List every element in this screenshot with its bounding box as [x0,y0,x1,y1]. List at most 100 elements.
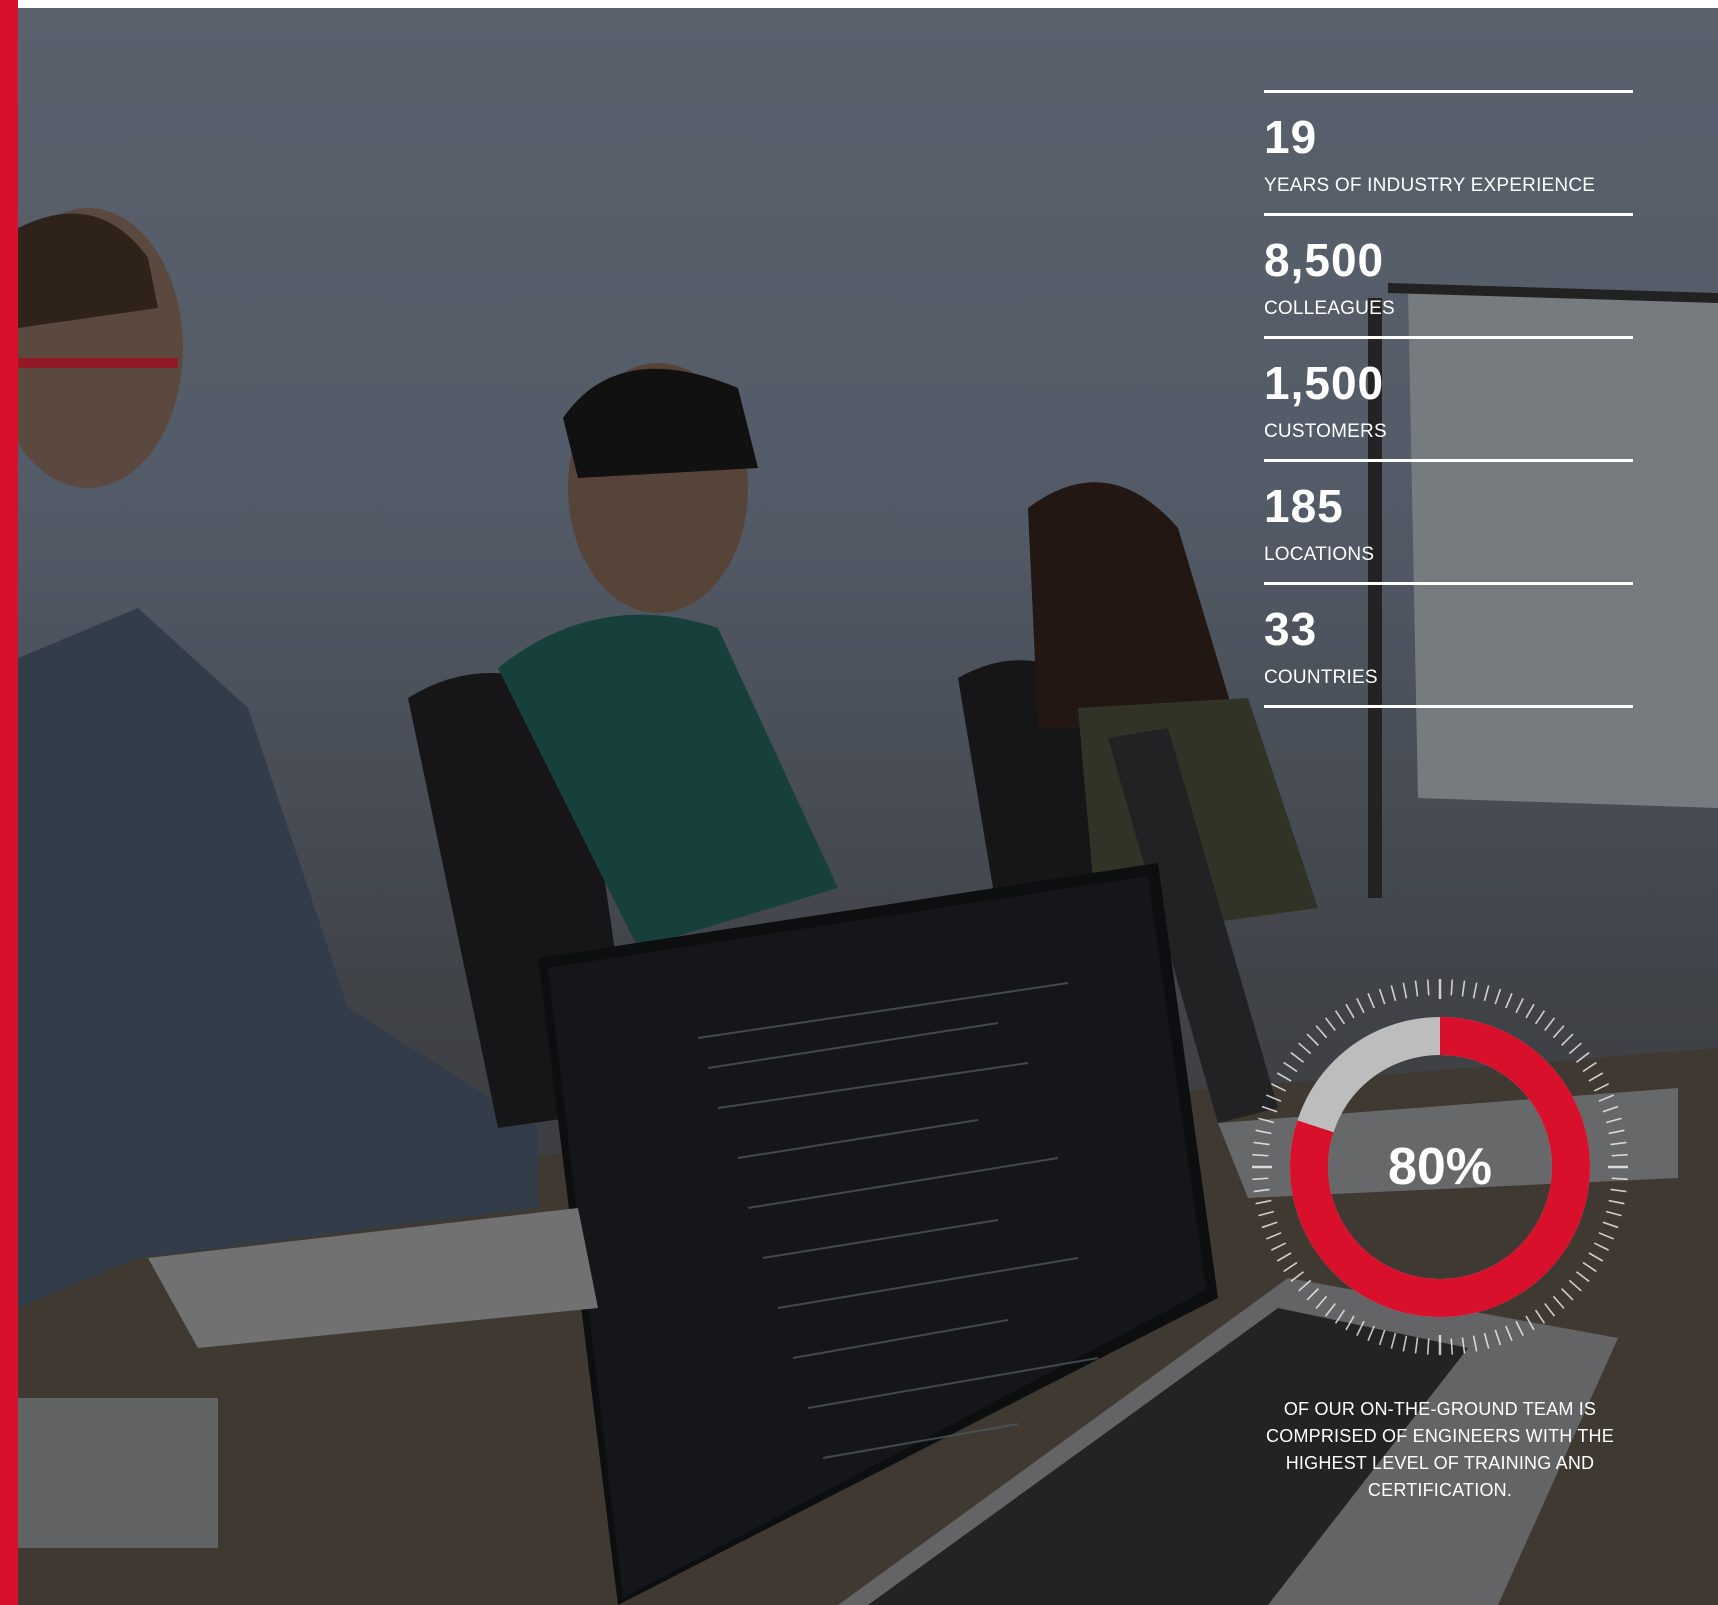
gauge-tick [1266,1232,1282,1240]
gauge-tick [1483,985,1490,1002]
gauge-tick [1561,1288,1574,1301]
gauge-tick [1561,1033,1574,1046]
gauge-tick [1276,1072,1292,1082]
stat-label: COLLEAGUES [1264,298,1395,319]
gauge-tick [1505,993,1513,1009]
gauge-tick [1258,1210,1275,1217]
gauge-tick [1602,1105,1619,1113]
gauge-tick [1605,1210,1622,1217]
gauge-tick [1608,1129,1625,1135]
stat-divider [1264,705,1633,708]
gauge-tick [1290,1271,1305,1283]
stat-label: CUSTOMERS [1264,421,1387,442]
stats-list: 19 YEARS OF INDUSTRY EXPERIENCE 8,500 CO… [1264,90,1633,708]
gauge-tick [1258,1117,1275,1124]
gauge-tick [1575,1271,1590,1283]
gauge-tick [1324,1017,1336,1032]
gauge-tick [1271,1083,1287,1092]
gauge-tick [1378,988,1386,1005]
gauge-tick [1602,1221,1619,1229]
gauge-tick [1306,1288,1319,1301]
gauge-tick [1298,1042,1312,1055]
gauge-tick [1593,1083,1609,1092]
gauge-tick [1356,998,1365,1014]
gauge-tick [1461,1337,1466,1354]
gauge-tick [1608,1199,1625,1205]
gauge-tick [1525,1315,1535,1331]
stat-label: YEARS OF INDUSTRY EXPERIENCE [1264,175,1596,196]
gauge-tick [1461,980,1466,997]
stat-value: 33 [1264,603,1318,655]
gauge-tick [1390,1332,1397,1349]
gauge-tick [1334,1309,1346,1324]
gauge-tick [1426,979,1430,996]
gauge-value-label: 80% [1387,1138,1493,1196]
gauge-tick [1315,1295,1328,1309]
gauge-tick [1588,1252,1604,1262]
gauge-tick [1255,1129,1272,1135]
gauge-tick [1334,1010,1346,1025]
stat-label: LOCATIONS [1264,544,1375,565]
gauge-tick [1298,1279,1312,1292]
stat-colleagues: 8,500 COLLEAGUES [1264,216,1633,336]
stat-customers: 1,500 CUSTOMERS [1264,339,1633,459]
gauge-tick [1402,982,1408,999]
gauge-tick [1450,1338,1454,1355]
stat-years: 19 YEARS OF INDUSTRY EXPERIENCE [1264,93,1633,213]
gauge-tick [1266,1094,1282,1102]
gauge-tick [1552,1295,1565,1309]
stat-value: 19 [1264,111,1318,163]
gauge-tick [1283,1261,1298,1273]
gauge-tick [1367,1325,1375,1341]
gauge-tick [1534,1010,1546,1025]
page: 19 YEARS OF INDUSTRY EXPERIENCE 8,500 CO… [0,0,1718,1605]
gauge-tick [1593,1242,1609,1251]
gauge-tick [1534,1309,1546,1324]
stat-value: 185 [1264,480,1344,532]
gauge-tick [1306,1033,1319,1046]
stat-label: COUNTRIES [1264,667,1378,688]
gauge-tick [1414,1337,1419,1354]
gauge-tick [1575,1051,1590,1063]
gauge-tick [1588,1072,1604,1082]
gauge-tick [1356,1320,1365,1336]
gauge-tick [1390,985,1397,1002]
gauge-tick [1472,1335,1478,1352]
gauge-tick [1271,1242,1287,1251]
gauge-tick [1315,1025,1328,1039]
gauge-tick [1605,1117,1622,1124]
gauge-tick [1515,1320,1524,1336]
stat-locations: 185 LOCATIONS [1264,462,1633,582]
gauge-tick [1450,979,1454,996]
stat-value: 8,500 [1264,234,1385,286]
gauge-tick [1378,1329,1386,1346]
gauge-tick [1483,1332,1490,1349]
gauge-tick [1525,1003,1535,1019]
gauge-tick [1552,1025,1565,1039]
stat-countries: 33 COUNTRIES [1264,585,1633,705]
gauge-tick [1568,1042,1582,1055]
gauge-tick [1544,1017,1556,1032]
gauge-tick [1494,1329,1502,1346]
gauge-tick [1261,1221,1278,1229]
gauge-tick [1582,1061,1597,1073]
gauge-tick [1426,1338,1430,1355]
gauge-tick [1345,1003,1355,1019]
gauge-tick [1472,982,1478,999]
gauge-caption: OF OUR ON-THE-GROUND TEAM IS COMPRISED O… [1266,1399,1614,1500]
gauge-tick [1283,1061,1298,1073]
gauge-tick [1582,1261,1597,1273]
gauge-tick [1494,988,1502,1005]
gauge-tick [1402,1335,1408,1352]
gauge-tick [1367,993,1375,1009]
gauge-tick [1290,1051,1305,1063]
gauge-tick [1324,1302,1336,1317]
gauge-tick [1598,1094,1614,1102]
gauge-tick [1414,980,1419,997]
accent-side-bar [0,0,18,1605]
gauge-tick [1544,1302,1556,1317]
gauge-tick [1515,998,1524,1014]
gauge-tick [1505,1325,1513,1341]
gauge-tick [1276,1252,1292,1262]
gauge-tick [1345,1315,1355,1331]
